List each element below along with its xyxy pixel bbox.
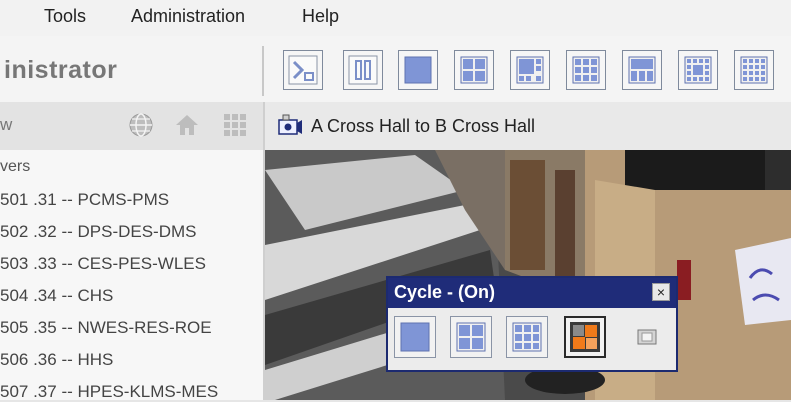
- panel-nav-label: w: [0, 115, 13, 134]
- camera-header: A Cross Hall to B Cross Hall: [265, 102, 791, 151]
- pause-icon: [348, 55, 378, 85]
- cycle-window: Cycle - (On) ×: [386, 276, 678, 372]
- close-button[interactable]: ×: [652, 283, 670, 301]
- toolbar: inistrator: [0, 36, 791, 103]
- cycle-layout-3x3-button[interactable]: [506, 316, 548, 358]
- menu-tools[interactable]: Tools: [44, 6, 86, 27]
- cycle-title: Cycle - (On): [394, 282, 496, 302]
- layout-1plus5-button[interactable]: [510, 50, 550, 90]
- app-title: inistrator: [4, 56, 118, 84]
- layout-1plus5-icon: [516, 56, 544, 84]
- server-panel: w vers 501 .31 -- PCMS-PMS 502 .32 -- DP…: [0, 102, 265, 402]
- menu-bar: Tools Administration Help: [0, 0, 791, 36]
- layout-1x1-icon: [400, 322, 430, 352]
- cycle-active-layout-button[interactable]: [564, 316, 606, 358]
- home-icon[interactable]: [174, 112, 200, 138]
- sequence-button[interactable]: [283, 50, 323, 90]
- camera-name: A Cross Hall to B Cross Hall: [311, 116, 536, 136]
- globe-icon[interactable]: [128, 112, 154, 138]
- layout-4x4-alt-icon: [740, 56, 768, 84]
- cycle-titlebar[interactable]: Cycle - (On) ×: [388, 278, 676, 308]
- layout-3x3-icon: [512, 322, 542, 352]
- close-icon: ×: [656, 284, 666, 300]
- cycle-layout-2x2-button[interactable]: [450, 316, 492, 358]
- layout-3x3-alt-button[interactable]: [622, 50, 662, 90]
- server-item[interactable]: 507 .37 -- HPES-KLMS-MES: [0, 382, 218, 402]
- sequence-icon: [288, 55, 318, 85]
- layout-4x4-icon: [684, 56, 712, 84]
- menu-help[interactable]: Help: [302, 6, 339, 27]
- layout-3x3-alt-icon: [628, 56, 656, 84]
- layout-4x4-button[interactable]: [678, 50, 718, 90]
- cycle-layout-1x1-button[interactable]: [394, 316, 436, 358]
- server-item[interactable]: 505 .35 -- NWES-RES-ROE: [0, 318, 212, 338]
- layout-1x1-icon: [404, 56, 432, 84]
- server-item[interactable]: 502 .32 -- DPS-DES-DMS: [0, 222, 197, 242]
- layout-active-icon: [570, 322, 600, 352]
- server-item[interactable]: 506 .36 -- HHS: [0, 350, 113, 370]
- server-item[interactable]: 503 .33 -- CES-PES-WLES: [0, 254, 206, 274]
- server-item[interactable]: 504 .34 -- CHS: [0, 286, 113, 306]
- server-item[interactable]: 501 .31 -- PCMS-PMS: [0, 190, 169, 210]
- layout-2x2-button[interactable]: [454, 50, 494, 90]
- layout-3x3-button[interactable]: [566, 50, 606, 90]
- layout-1x1-button[interactable]: [398, 50, 438, 90]
- pause-button[interactable]: [343, 50, 383, 90]
- cycle-stop-button[interactable]: [626, 316, 668, 358]
- toolbar-divider: [262, 46, 264, 96]
- servers-header: vers: [0, 158, 31, 175]
- camera-icon: [278, 114, 302, 135]
- layout-3x3-icon: [572, 56, 600, 84]
- stop-icon: [637, 329, 657, 345]
- panel-nav-row: w: [0, 102, 263, 150]
- layout-2x2-icon: [460, 56, 488, 84]
- grid-icon[interactable]: [222, 112, 248, 138]
- layout-2x2-icon: [456, 322, 486, 352]
- layout-4x4-alt-button[interactable]: [734, 50, 774, 90]
- menu-administration[interactable]: Administration: [131, 6, 245, 27]
